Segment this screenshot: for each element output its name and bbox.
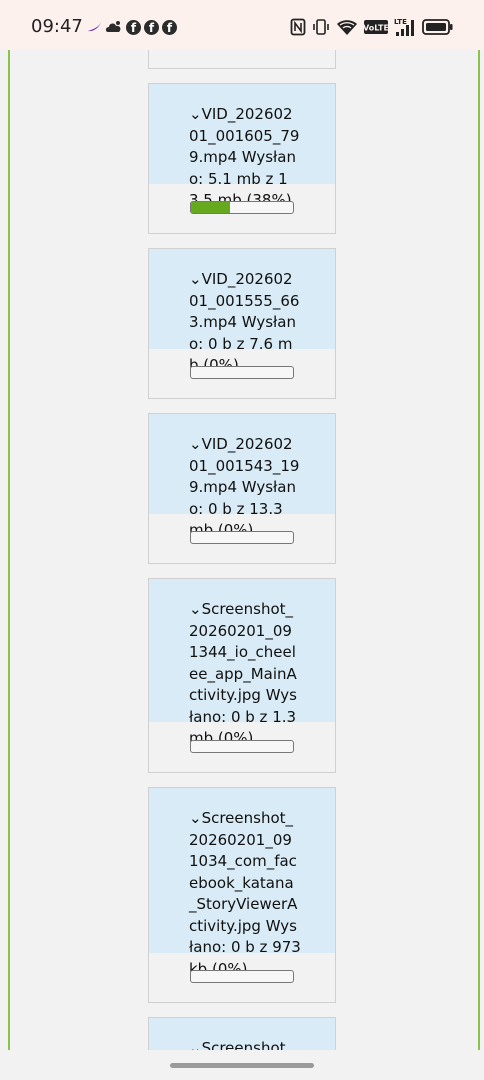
volte-icon: VoLTE bbox=[364, 20, 388, 34]
upload-card[interactable]: ⌄VID_20260201_001543_199.mp4 Wysłano: 0 … bbox=[148, 413, 336, 564]
upload-card-text: ⌄Screenshot_20260201_091344_io_cheelee_a… bbox=[189, 599, 301, 750]
upload-progress-bar bbox=[190, 201, 294, 214]
nfc-icon bbox=[290, 18, 306, 36]
upload-progress-fill bbox=[191, 202, 230, 213]
upload-progress-bar bbox=[190, 366, 294, 379]
vibrate-icon bbox=[313, 19, 329, 35]
home-gesture-handle[interactable] bbox=[170, 1063, 314, 1068]
upload-progress-bar bbox=[190, 970, 294, 983]
upload-card-text: ⌄Screenshot_20260201_091034_com_facebook… bbox=[189, 808, 301, 980]
chevron-down-icon[interactable]: ⌄ bbox=[189, 270, 202, 288]
chevron-down-icon[interactable]: ⌄ bbox=[189, 600, 202, 618]
upload-card-text: ⌄Screenshot bbox=[189, 1038, 301, 1050]
upload-progress-bar bbox=[190, 531, 294, 544]
facebook-icon: f bbox=[162, 19, 177, 35]
svg-text:LTE: LTE bbox=[394, 18, 407, 26]
upload-card-text: ⌄VID_20260201_001543_199.mp4 Wysłano: 0 … bbox=[189, 434, 301, 542]
facebook-icon: f bbox=[144, 19, 159, 35]
upload-progress-bar bbox=[190, 740, 294, 753]
status-time: 09:47 bbox=[31, 16, 83, 37]
battery-icon bbox=[422, 19, 453, 35]
upload-card-text: ⌄VID_20260201_001605_799.mp4 Wysłano: 5.… bbox=[189, 104, 301, 212]
gesture-nav-bar bbox=[0, 1050, 484, 1080]
notification-icons: f f f bbox=[86, 17, 177, 37]
upload-card-text: ⌄VID_20260201_001555_663.mp4 Wysłano: 0 … bbox=[189, 269, 301, 377]
upload-card[interactable]: ⌄VID_20260201_001605_799.mp4 Wysłano: 5.… bbox=[148, 83, 336, 234]
svg-text:VoLTE: VoLTE bbox=[364, 24, 388, 33]
system-icons: VoLTE LTE bbox=[290, 16, 454, 38]
right-border-line bbox=[478, 50, 480, 1050]
chevron-down-icon[interactable]: ⌄ bbox=[189, 1039, 202, 1050]
upload-card[interactable]: ⌄VID_20260201_001555_663.mp4 Wysłano: 0 … bbox=[148, 248, 336, 399]
status-bar: 09:47 f f f VoLTE LTE bbox=[0, 0, 484, 50]
wifi-icon bbox=[337, 20, 357, 35]
upload-card[interactable]: ⌄Screenshot_20260201_091344_io_cheelee_a… bbox=[148, 578, 336, 773]
upload-card[interactable]: ⌄Screenshot_20260201_091034_com_facebook… bbox=[148, 787, 336, 1003]
upload-card-partial-top bbox=[148, 50, 336, 69]
crescent-icon bbox=[88, 22, 101, 32]
cloud-icon bbox=[105, 21, 121, 32]
facebook-icon: f bbox=[126, 19, 141, 35]
upload-file-name: Screenshot bbox=[201, 1039, 286, 1050]
chevron-down-icon[interactable]: ⌄ bbox=[189, 809, 202, 827]
upload-card[interactable]: ⌄Screenshot bbox=[148, 1017, 336, 1050]
upload-list-page[interactable]: ⌄VID_20260201_001605_799.mp4 Wysłano: 5.… bbox=[0, 50, 484, 1050]
left-border-line bbox=[8, 50, 10, 1050]
chevron-down-icon[interactable]: ⌄ bbox=[189, 435, 202, 453]
chevron-down-icon[interactable]: ⌄ bbox=[189, 105, 202, 123]
lte-signal-icon: LTE bbox=[394, 18, 414, 36]
